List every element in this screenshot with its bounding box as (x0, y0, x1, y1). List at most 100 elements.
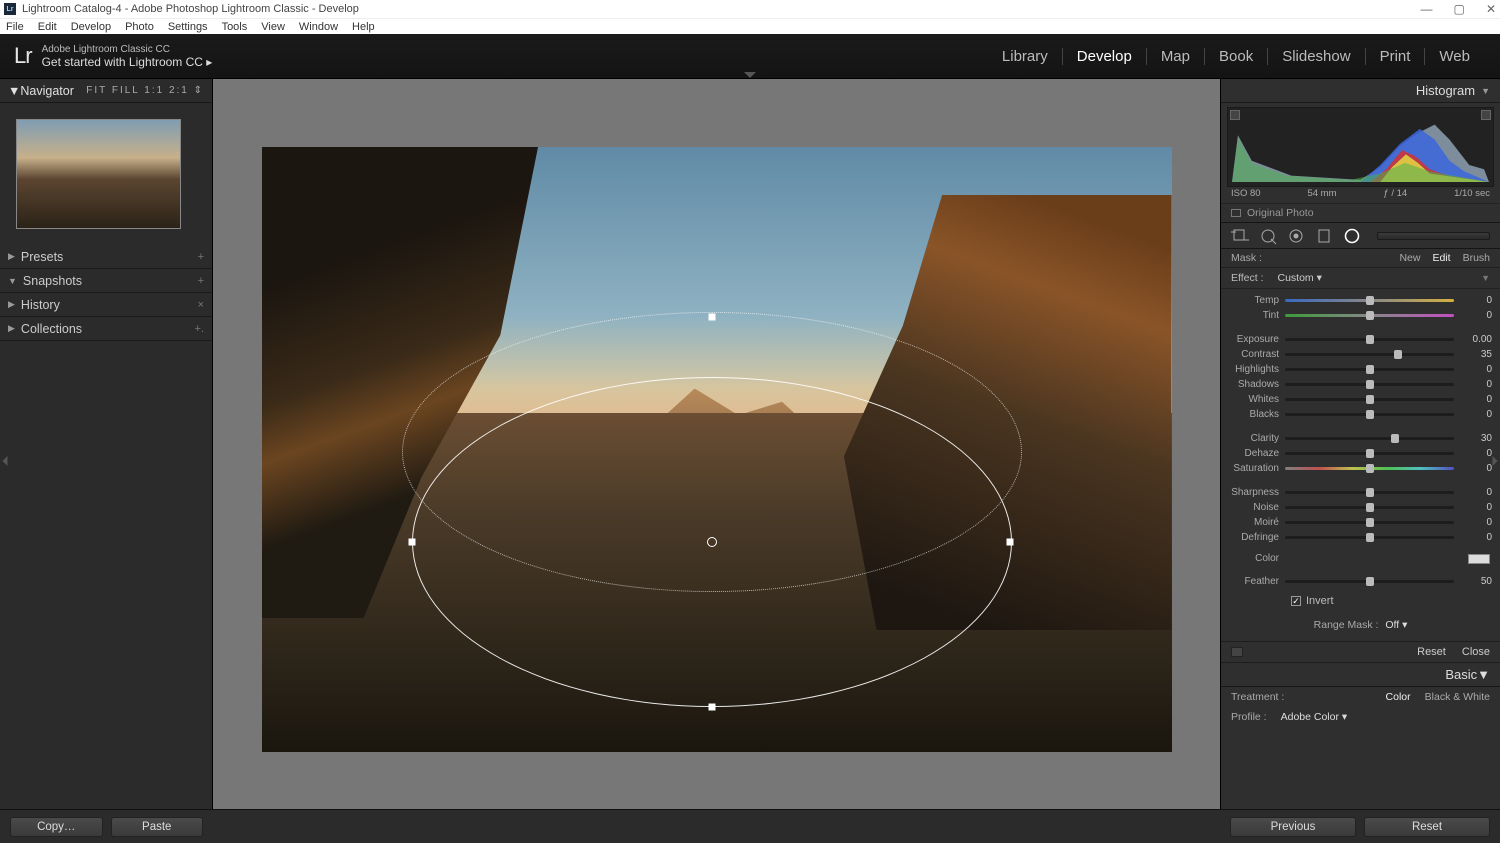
invert-row[interactable]: ✓ Invert (1221, 593, 1500, 613)
slider-highlights-track[interactable] (1285, 368, 1454, 371)
slider-saturation-track[interactable] (1285, 467, 1454, 470)
tab-develop[interactable]: Develop (1063, 48, 1147, 65)
window-controls[interactable]: — ▢ ✕ (1402, 2, 1496, 16)
range-mask-value[interactable]: Off ▾ (1385, 619, 1407, 631)
minimize-icon[interactable]: — (1420, 2, 1432, 16)
menu-edit[interactable]: Edit (38, 21, 57, 33)
tab-web[interactable]: Web (1425, 48, 1484, 65)
slider-sharpness[interactable]: Sharpness 0 (1221, 485, 1492, 500)
treatment-bw[interactable]: Black & White (1425, 691, 1490, 703)
slider-clarity-track[interactable] (1285, 437, 1454, 440)
histogram[interactable] (1227, 107, 1494, 187)
original-photo-toggle[interactable]: Original Photo (1221, 203, 1500, 223)
navigator-header[interactable]: ▼ Navigator FIT FILL 1:1 2:1 ⇕ (0, 79, 212, 103)
slider-clarity[interactable]: Clarity 30 (1221, 431, 1492, 446)
slider-feather-track[interactable] (1285, 580, 1454, 583)
radial-handle-left[interactable] (408, 538, 415, 545)
add-collection-button[interactable]: +. (195, 323, 204, 335)
history-header[interactable]: ▶ History × (0, 293, 212, 317)
crop-tool-icon[interactable] (1231, 227, 1249, 245)
slider-sharpness-track[interactable] (1285, 491, 1454, 494)
slider-feather[interactable]: Feather 50 (1221, 574, 1492, 589)
previous-button[interactable]: Previous (1230, 817, 1356, 837)
menu-photo[interactable]: Photo (125, 21, 154, 33)
slider-exposure-track[interactable] (1285, 338, 1454, 341)
maximize-icon[interactable]: ▢ (1454, 2, 1465, 16)
radial-filter-center[interactable] (707, 537, 717, 547)
local-reset-button[interactable]: Reset (1417, 646, 1446, 658)
brush-size-slider[interactable] (1377, 232, 1490, 240)
snapshots-header[interactable]: ▼ Snapshots + (0, 269, 212, 293)
module-tabs[interactable]: Library Develop Map Book Slideshow Print… (988, 48, 1500, 65)
invert-checkbox[interactable]: ✓ (1291, 596, 1301, 606)
radial-handle-top[interactable] (708, 313, 715, 320)
menu-file[interactable]: File (6, 21, 24, 33)
basic-header[interactable]: Basic ▼ (1221, 663, 1500, 687)
slider-whites[interactable]: Whites 0 (1221, 392, 1492, 407)
slider-moire[interactable]: Moiré 0 (1221, 515, 1492, 530)
color-swatch[interactable] (1468, 554, 1490, 564)
menu-settings[interactable]: Settings (168, 21, 208, 33)
graduated-filter-icon[interactable] (1315, 227, 1333, 245)
close-icon[interactable]: ✕ (1486, 2, 1496, 16)
slider-tint[interactable]: Tint 0 (1221, 308, 1492, 323)
tab-book[interactable]: Book (1205, 48, 1268, 65)
slider-moire-track[interactable] (1285, 521, 1454, 524)
slider-shadows[interactable]: Shadows 0 (1221, 377, 1492, 392)
slider-highlights[interactable]: Highlights 0 (1221, 362, 1492, 377)
slider-defringe[interactable]: Defringe 0 (1221, 530, 1492, 545)
slider-contrast-track[interactable] (1285, 353, 1454, 356)
histogram-header[interactable]: Histogram ▼ (1221, 79, 1500, 103)
presets-header[interactable]: ▶ Presets + (0, 245, 212, 269)
clear-history-button[interactable]: × (198, 299, 204, 311)
panel-menu-icon[interactable]: ▼ (1481, 273, 1490, 283)
right-panel-toggle[interactable] (1490, 431, 1500, 491)
spot-tool-icon[interactable] (1259, 227, 1277, 245)
effect-row[interactable]: Effect : Custom ▾ ▼ (1221, 268, 1500, 289)
slider-noise[interactable]: Noise 0 (1221, 500, 1492, 515)
slider-noise-track[interactable] (1285, 506, 1454, 509)
left-panel-toggle[interactable] (0, 431, 10, 491)
slider-saturation[interactable]: Saturation 0 (1221, 461, 1492, 476)
slider-whites-track[interactable] (1285, 398, 1454, 401)
slider-contrast[interactable]: Contrast 35 (1221, 347, 1492, 362)
radial-handle-bottom[interactable] (708, 703, 715, 710)
mask-new[interactable]: New (1399, 252, 1420, 264)
redeye-tool-icon[interactable] (1287, 227, 1305, 245)
slider-defringe-track[interactable] (1285, 536, 1454, 539)
radial-handle-right[interactable] (1006, 538, 1013, 545)
tab-slideshow[interactable]: Slideshow (1268, 48, 1365, 65)
slider-exposure[interactable]: Exposure 0.00 (1221, 332, 1492, 347)
slider-tint-track[interactable] (1285, 314, 1454, 317)
tab-library[interactable]: Library (988, 48, 1063, 65)
navigator-zoom[interactable]: FIT FILL 1:1 2:1 ⇕ (86, 85, 204, 96)
slider-blacks-track[interactable] (1285, 413, 1454, 416)
menu-help[interactable]: Help (352, 21, 375, 33)
profile-value[interactable]: Adobe Color ▾ (1281, 711, 1348, 723)
profile-row[interactable]: Profile : Adobe Color ▾ (1221, 707, 1500, 733)
collections-header[interactable]: ▶ Collections +. (0, 317, 212, 341)
mask-edit[interactable]: Edit (1432, 252, 1450, 264)
menu-bar[interactable]: File Edit Develop Photo Settings Tools V… (0, 18, 1500, 34)
canvas-area[interactable]: Show Edit Pins : Always ▾ Show Selected … (213, 79, 1220, 843)
slider-dehaze[interactable]: Dehaze 0 (1221, 446, 1492, 461)
radial-filter-icon[interactable] (1343, 227, 1361, 245)
menu-tools[interactable]: Tools (222, 21, 248, 33)
copy-button[interactable]: Copy… (10, 817, 103, 837)
slider-dehaze-track[interactable] (1285, 452, 1454, 455)
slider-temp[interactable]: Temp 0 (1221, 293, 1492, 308)
tab-print[interactable]: Print (1366, 48, 1426, 65)
slider-blacks[interactable]: Blacks 0 (1221, 407, 1492, 422)
effect-select[interactable]: Custom ▾ (1278, 272, 1322, 284)
add-snapshot-button[interactable]: + (198, 275, 204, 287)
slider-temp-track[interactable] (1285, 299, 1454, 302)
color-row[interactable]: Color (1221, 549, 1500, 570)
tab-map[interactable]: Map (1147, 48, 1205, 65)
mask-brush[interactable]: Brush (1463, 252, 1490, 264)
treatment-color[interactable]: Color (1386, 691, 1411, 703)
local-close-button[interactable]: Close (1462, 646, 1490, 658)
range-mask-row[interactable]: Range Mask : Off ▾ (1221, 613, 1500, 641)
menu-window[interactable]: Window (299, 21, 338, 33)
navigator-thumbnail[interactable] (16, 119, 181, 229)
pin-toggle-icon[interactable] (1231, 647, 1243, 657)
